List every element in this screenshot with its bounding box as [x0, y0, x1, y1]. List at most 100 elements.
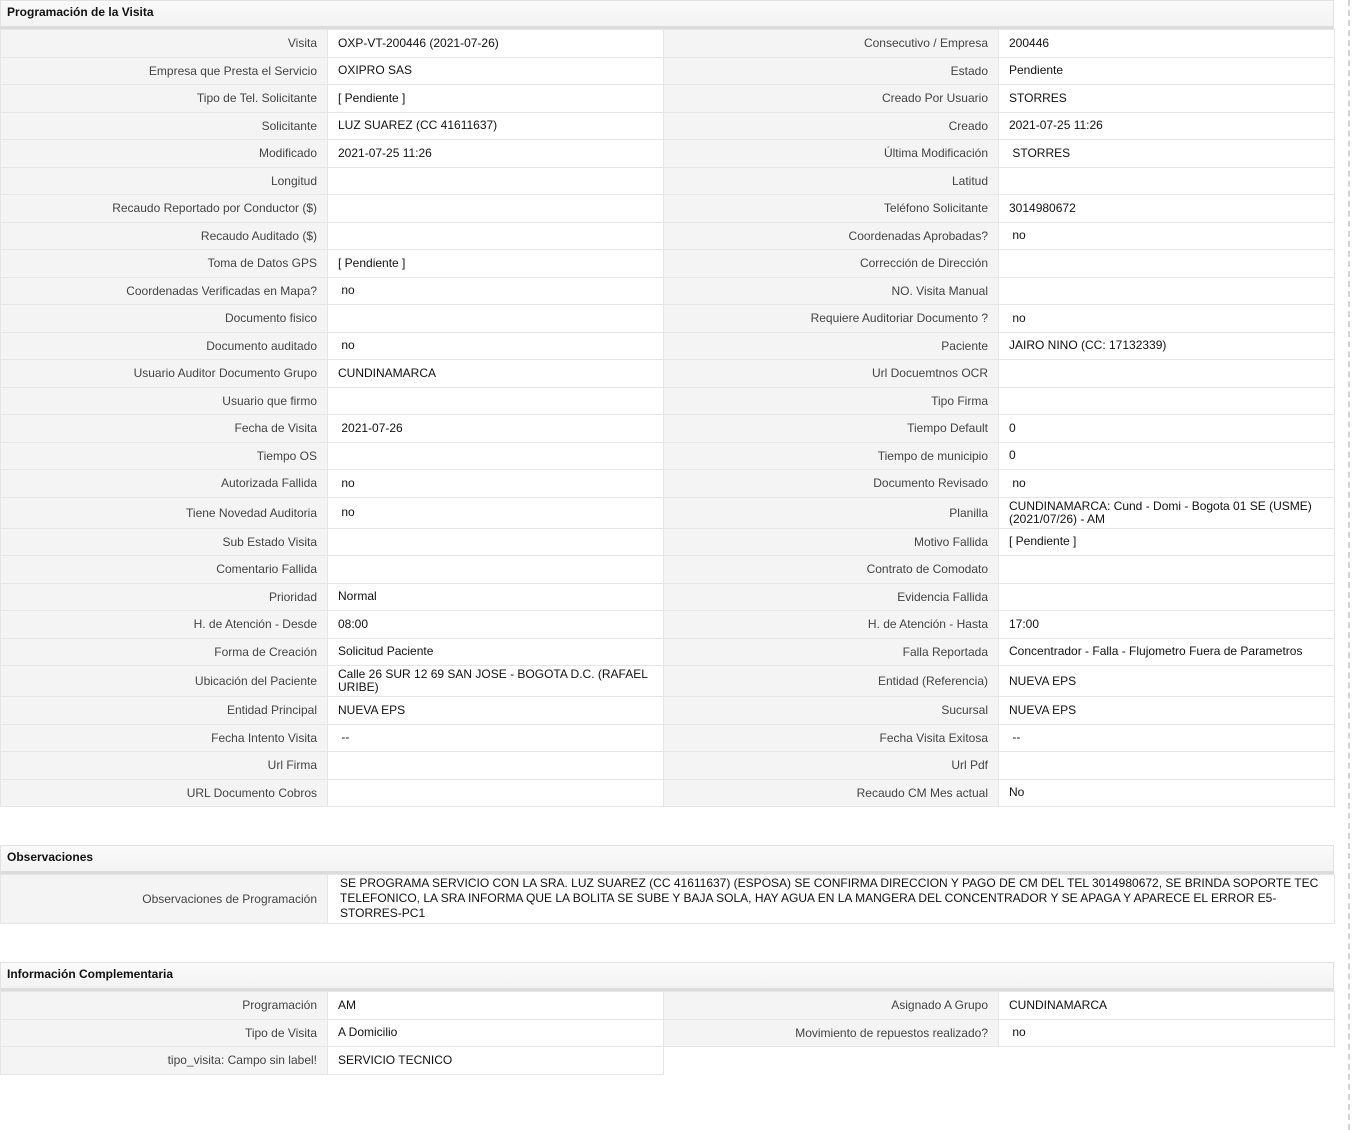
- field-label-solicitante: Solicitante: [0, 111, 328, 140]
- field-value-visita: OXP-VT-200446 (2021-07-26): [327, 29, 664, 58]
- field-value-evidencia-fallida: [998, 582, 1335, 611]
- field-label-tipo-visita-campo-sin-label: tipo_visita: Campo sin label!: [0, 1046, 328, 1075]
- field-value-fecha-intento-visita: --: [327, 723, 664, 752]
- field-label-h-de-atencion-hasta: H. de Atención - Hasta: [663, 610, 999, 639]
- field-value-fecha-visita-exitosa: --: [998, 723, 1335, 752]
- field-label-ultima-modificacion: Última Modificación: [663, 139, 999, 168]
- field-value-movimiento-de-repuestos-realizado: no: [998, 1018, 1335, 1047]
- table-row: Longitud Latitud: [0, 166, 1335, 195]
- field-value-correccion-de-direccion: [998, 249, 1335, 278]
- field-label-correccion-de-direccion: Corrección de Dirección: [663, 249, 999, 278]
- field-value-estado: Pendiente: [998, 56, 1335, 85]
- table-row: Documento auditado no Paciente JAIRO NINO …: [0, 331, 1335, 360]
- field-value-tipo-firma: [998, 386, 1335, 415]
- field-label-comentario-fallida: Comentario Fallida: [0, 555, 328, 584]
- field-value-longitud: [327, 166, 664, 195]
- field-label-autorizada-fallida: Autorizada Fallida: [0, 469, 328, 498]
- field-label-h-de-atencion-desde: H. de Atención - Desde: [0, 610, 328, 639]
- table-row: Solicitante LUZ SUAREZ (CC 41611637) Cread…: [0, 111, 1335, 140]
- table-row: Visita OXP-VT-200446 (2021-07-26) Consecut…: [0, 29, 1335, 58]
- field-label-url-documento-cobros: URL Documento Cobros: [0, 778, 328, 807]
- observaciones-table: Observaciones de Programación SE PROGRAM…: [0, 874, 1335, 924]
- field-label-no-visita-manual: NO. Visita Manual: [663, 276, 999, 305]
- field-value-no-visita-manual: [998, 276, 1335, 305]
- field-label-fecha-visita-exitosa: Fecha Visita Exitosa: [663, 723, 999, 752]
- table-row: Usuario Auditor Documento Grupo CUNDINAMA…: [0, 359, 1335, 388]
- field-label-tipo-de-tel-solicitante: Tipo de Tel. Solicitante: [0, 84, 328, 113]
- field-label-evidencia-fallida: Evidencia Fallida: [663, 582, 999, 611]
- field-value-observaciones: SE PROGRAMA SERVICIO CON LA SRA. LUZ SUA…: [327, 874, 1335, 924]
- table-row: Coordenadas Verificadas en Mapa? no NO. V…: [0, 276, 1335, 305]
- table-row: URL Documento Cobros Recaudo CM Mes actua…: [0, 778, 1335, 807]
- section-header-observaciones: Observaciones: [0, 845, 1334, 874]
- field-label-telefono-solicitante: Teléfono Solicitante: [663, 194, 999, 223]
- field-value-coordenadas-aprobadas: no: [998, 221, 1335, 250]
- field-label-contrato-de-comodato: Contrato de Comodato: [663, 555, 999, 584]
- field-label-usuario-que-firmo: Usuario que firmo: [0, 386, 328, 415]
- field-value-empresa-que-presta-el-servicio: OXIPRO SAS: [327, 56, 664, 85]
- field-value-planilla: CUNDINAMARCA: Cund - Domi - Bogota 01 SE…: [998, 496, 1335, 529]
- field-label-coordenadas-aprobadas: Coordenadas Aprobadas?: [663, 221, 999, 250]
- field-label-falla-reportada: Falla Reportada: [663, 637, 999, 666]
- field-value-comentario-fallida: [327, 555, 664, 584]
- table-row: Recaudo Reportado por Conductor ($) Teléf…: [0, 194, 1335, 223]
- table-row: Modificado 2021-07-25 11:26 Última Modific…: [0, 139, 1335, 168]
- table-row: Empresa que Presta el Servicio OXIPRO SAS…: [0, 56, 1335, 85]
- field-value-falla-reportada: Concentrador - Falla - Flujometro Fuera …: [998, 637, 1335, 666]
- field-label-estado: Estado: [663, 56, 999, 85]
- field-value-forma-de-creacion: Solicitud Paciente: [327, 637, 664, 666]
- field-value-entidad-referencia: NUEVA EPS: [998, 665, 1335, 697]
- table-row: Ubicación del Paciente Calle 26 SUR 12 69…: [0, 665, 1335, 697]
- field-value-programacion: AM: [327, 991, 664, 1020]
- field-label-planilla: Planilla: [663, 496, 999, 529]
- complementaria-table: Programación AM Asignado A Grupo CUNDINAMAR…: [0, 991, 1335, 1075]
- table-row: Url Firma Url Pdf: [0, 751, 1335, 780]
- field-label-fecha-intento-visita: Fecha Intento Visita: [0, 723, 328, 752]
- field-value-recaudo-reportado-por-conductor: [327, 194, 664, 223]
- visit-detail-page: Programación de la Visita Visita OXP-VT-2…: [0, 0, 1335, 1075]
- field-value-tiempo-os: [327, 441, 664, 470]
- field-value-documento-revisado: no: [998, 469, 1335, 498]
- field-value-modificado: 2021-07-25 11:26: [327, 139, 664, 168]
- field-label-latitud: Latitud: [663, 166, 999, 195]
- field-value-sub-estado-visita: [327, 527, 664, 556]
- field-value-solicitante: LUZ SUAREZ (CC 41611637): [327, 111, 664, 140]
- table-row: Entidad Principal NUEVA EPS Sucursal NUEVA …: [0, 696, 1335, 725]
- field-value-usuario-que-firmo: [327, 386, 664, 415]
- table-row: Tipo de Visita A Domicilio Movimiento de r…: [0, 1018, 1335, 1047]
- table-row: Recaudo Auditado ($) Coordenadas Aprobada…: [0, 221, 1335, 250]
- table-row: Usuario que firmo Tipo Firma: [0, 386, 1335, 415]
- field-value-contrato-de-comodato: [998, 555, 1335, 584]
- field-value-latitud: [998, 166, 1335, 195]
- field-label-motivo-fallida: Motivo Fallida: [663, 527, 999, 556]
- field-value-entidad-principal: NUEVA EPS: [327, 696, 664, 725]
- field-value-motivo-fallida: [ Pendiente ]: [998, 527, 1335, 556]
- field-value-documento-fisico: [327, 304, 664, 333]
- field-value-prioridad: Normal: [327, 582, 664, 611]
- table-row: Comentario Fallida Contrato de Comodato: [0, 555, 1335, 584]
- field-label-empresa-que-presta-el-servicio: Empresa que Presta el Servicio: [0, 56, 328, 85]
- programacion-table: Visita OXP-VT-200446 (2021-07-26) Consecut…: [0, 29, 1335, 807]
- field-label-recaudo-auditado: Recaudo Auditado ($): [0, 221, 328, 250]
- field-label-visita: Visita: [0, 29, 328, 58]
- field-value-tipo-visita-campo-sin-label: SERVICIO TECNICO: [327, 1046, 664, 1075]
- field-value-ubicacion-del-paciente: Calle 26 SUR 12 69 SAN JOSE - BOGOTA D.C…: [327, 665, 664, 697]
- field-value-tipo-de-tel-solicitante: [ Pendiente ]: [327, 84, 664, 113]
- field-value-telefono-solicitante: 3014980672: [998, 194, 1335, 223]
- field-value-usuario-auditor-documento-grupo: CUNDINAMARCA: [327, 359, 664, 388]
- field-value-sucursal: NUEVA EPS: [998, 696, 1335, 725]
- field-value-creado-por-usuario: STORRES: [998, 84, 1335, 113]
- table-row: Toma de Datos GPS[ Pendiente ] Corrección…: [0, 249, 1335, 278]
- field-label-creado-por-usuario: Creado Por Usuario: [663, 84, 999, 113]
- table-row: Fecha de Visita 2021-07-26 Tiempo Default…: [0, 414, 1335, 443]
- field-label-tipo-de-visita: Tipo de Visita: [0, 1018, 328, 1047]
- field-label-creado: Creado: [663, 111, 999, 140]
- field-value-fecha-de-visita: 2021-07-26: [327, 414, 664, 443]
- field-value-url-firma: [327, 751, 664, 780]
- field-value-coordenadas-verificadas-en-mapa: no: [327, 276, 664, 305]
- field-value-consecutivo-empresa: 200446: [998, 29, 1335, 58]
- table-row: Tiempo OS Tiempo de municipio 0: [0, 441, 1335, 470]
- field-label-consecutivo-empresa: Consecutivo / Empresa: [663, 29, 999, 58]
